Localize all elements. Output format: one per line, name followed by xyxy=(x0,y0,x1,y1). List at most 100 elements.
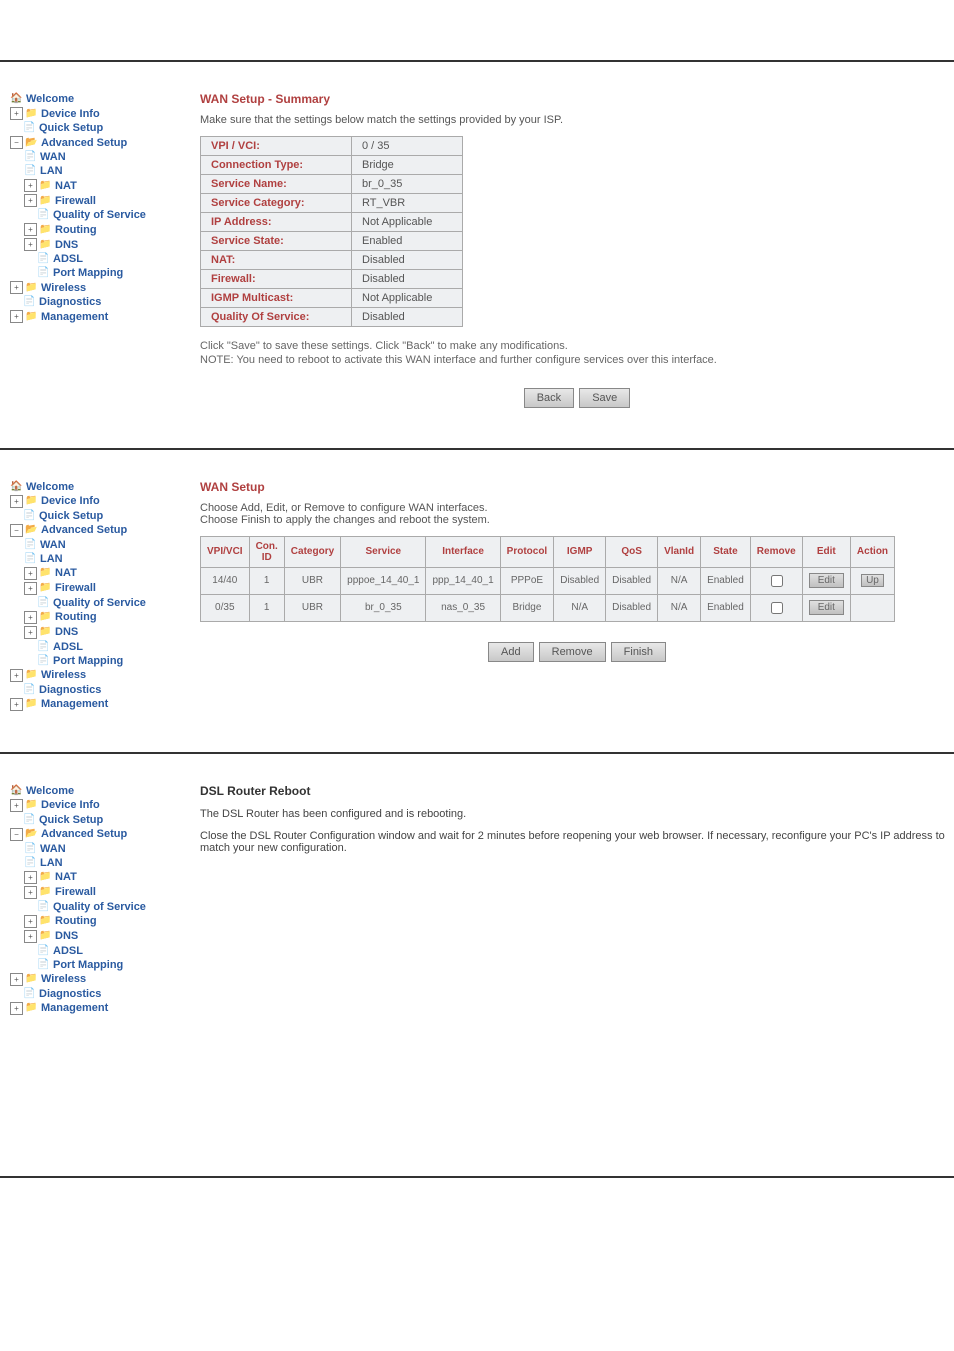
nav-quick-setup[interactable]: 📄Quick Setup xyxy=(10,813,190,827)
page-subtitle: Make sure that the settings below match … xyxy=(200,114,954,126)
nav-welcome[interactable]: 🏠Welcome xyxy=(10,92,190,106)
nav-qos[interactable]: 📄Quality of Service xyxy=(10,596,190,610)
cell-qos: Disabled xyxy=(606,594,658,621)
nav-diagnostics[interactable]: 📄Diagnostics xyxy=(10,683,190,697)
expand-icon[interactable]: + xyxy=(10,495,23,508)
folder-open-icon: 📂 xyxy=(25,137,39,149)
nav-adsl[interactable]: 📄ADSL xyxy=(10,944,190,958)
nav-quick-setup[interactable]: 📄Quick Setup xyxy=(10,121,190,135)
nav-port-mapping[interactable]: 📄Port Mapping xyxy=(10,266,190,280)
expand-icon[interactable]: + xyxy=(10,973,23,986)
expand-icon[interactable]: + xyxy=(24,582,37,595)
cell-igmp: N/A xyxy=(554,594,606,621)
add-button[interactable]: Add xyxy=(488,642,534,662)
expand-icon[interactable]: + xyxy=(10,107,23,120)
summary-row: Connection Type:Bridge xyxy=(201,156,463,175)
collapse-icon[interactable]: − xyxy=(10,136,23,149)
expand-icon[interactable]: + xyxy=(24,871,37,884)
nav-qos[interactable]: 📄Quality of Service xyxy=(10,900,190,914)
nav-dns[interactable]: +📁DNS xyxy=(10,625,190,640)
nav-routing[interactable]: +📁Routing xyxy=(10,222,190,237)
nav-port-mapping[interactable]: 📄Port Mapping xyxy=(10,958,190,972)
remove-checkbox[interactable] xyxy=(771,575,783,587)
nav-device-info[interactable]: +📁Device Info xyxy=(10,798,190,813)
nav-qos[interactable]: 📄Quality of Service xyxy=(10,208,190,222)
column-header: IGMP xyxy=(554,536,606,567)
expand-icon[interactable]: + xyxy=(24,626,37,639)
home-icon: 🏠 xyxy=(10,93,24,105)
nav-dns[interactable]: +📁DNS xyxy=(10,929,190,944)
expand-icon[interactable]: + xyxy=(10,669,23,682)
nav-welcome[interactable]: 🏠Welcome xyxy=(10,784,190,798)
nav-firewall[interactable]: +📁Firewall xyxy=(10,193,190,208)
column-header: VlanId xyxy=(658,536,701,567)
page-icon: 📄 xyxy=(24,553,38,565)
nav-lan[interactable]: 📄LAN xyxy=(10,164,190,178)
expand-icon[interactable]: + xyxy=(10,310,23,323)
nav-tree-2: 🏠Welcome +📁Device Info 📄Quick Setup −📂Ad… xyxy=(0,480,190,712)
remove-checkbox[interactable] xyxy=(771,602,783,614)
expand-icon[interactable]: + xyxy=(24,915,37,928)
summary-row: Firewall:Disabled xyxy=(201,270,463,289)
nav-device-info[interactable]: +📁Device Info xyxy=(10,494,190,509)
expand-icon[interactable]: + xyxy=(10,281,23,294)
edit-button[interactable]: Edit xyxy=(809,573,844,588)
expand-icon[interactable]: + xyxy=(10,799,23,812)
expand-icon[interactable]: + xyxy=(24,930,37,943)
nav-routing[interactable]: +📁Routing xyxy=(10,914,190,929)
nav-wireless[interactable]: +📁Wireless xyxy=(10,972,190,987)
up-button[interactable]: Up xyxy=(861,574,884,587)
nav-quick-setup[interactable]: 📄Quick Setup xyxy=(10,509,190,523)
page-icon: 📄 xyxy=(37,959,51,971)
expand-icon[interactable]: + xyxy=(24,238,37,251)
nav-management[interactable]: +📁Management xyxy=(10,309,190,324)
nav-diagnostics[interactable]: 📄Diagnostics xyxy=(10,987,190,1001)
nav-dns[interactable]: +📁DNS xyxy=(10,237,190,252)
nav-adsl[interactable]: 📄ADSL xyxy=(10,640,190,654)
nav-wan[interactable]: 📄WAN xyxy=(10,150,190,164)
nav-management[interactable]: +📁Management xyxy=(10,697,190,712)
summary-row: IGMP Multicast:Not Applicable xyxy=(201,289,463,308)
nav-wan[interactable]: 📄WAN xyxy=(10,538,190,552)
nav-firewall[interactable]: +📁Firewall xyxy=(10,581,190,596)
wan-list-table: VPI/VCICon. IDCategoryServiceInterfacePr… xyxy=(200,536,895,622)
save-button[interactable]: Save xyxy=(579,388,630,408)
nav-lan[interactable]: 📄LAN xyxy=(10,856,190,870)
edit-button[interactable]: Edit xyxy=(809,600,844,615)
collapse-icon[interactable]: − xyxy=(10,828,23,841)
nav-nat[interactable]: +📁NAT xyxy=(10,566,190,581)
nav-adsl[interactable]: 📄ADSL xyxy=(10,252,190,266)
nav-routing[interactable]: +📁Routing xyxy=(10,610,190,625)
page-icon: 📄 xyxy=(24,843,38,855)
folder-icon: 📁 xyxy=(25,282,39,294)
nav-advanced-setup[interactable]: −📂Advanced Setup xyxy=(10,523,190,538)
expand-icon[interactable]: + xyxy=(24,194,37,207)
nav-diagnostics[interactable]: 📄Diagnostics xyxy=(10,295,190,309)
remove-button[interactable]: Remove xyxy=(539,642,606,662)
nav-port-mapping[interactable]: 📄Port Mapping xyxy=(10,654,190,668)
nav-wireless[interactable]: +📁Wireless xyxy=(10,280,190,295)
expand-icon[interactable]: + xyxy=(24,567,37,580)
nav-device-info[interactable]: +📁Device Info xyxy=(10,106,190,121)
nav-firewall[interactable]: +📁Firewall xyxy=(10,885,190,900)
collapse-icon[interactable]: − xyxy=(10,524,23,537)
nav-welcome[interactable]: 🏠Welcome xyxy=(10,480,190,494)
nav-wireless[interactable]: +📁Wireless xyxy=(10,668,190,683)
nav-nat[interactable]: +📁NAT xyxy=(10,870,190,885)
nav-wan[interactable]: 📄WAN xyxy=(10,842,190,856)
expand-icon[interactable]: + xyxy=(24,223,37,236)
nav-nat[interactable]: +📁NAT xyxy=(10,178,190,193)
nav-management[interactable]: +📁Management xyxy=(10,1001,190,1016)
expand-icon[interactable]: + xyxy=(24,179,37,192)
expand-icon[interactable]: + xyxy=(24,886,37,899)
nav-lan[interactable]: 📄LAN xyxy=(10,552,190,566)
summary-note: Click "Save" to save these settings. Cli… xyxy=(200,339,954,368)
back-button[interactable]: Back xyxy=(524,388,574,408)
nav-advanced-setup[interactable]: −📂Advanced Setup xyxy=(10,827,190,842)
summary-label: Service Name: xyxy=(201,175,352,194)
expand-icon[interactable]: + xyxy=(24,611,37,624)
expand-icon[interactable]: + xyxy=(10,698,23,711)
nav-advanced-setup[interactable]: −📂Advanced Setup xyxy=(10,135,190,150)
finish-button[interactable]: Finish xyxy=(611,642,666,662)
expand-icon[interactable]: + xyxy=(10,1002,23,1015)
